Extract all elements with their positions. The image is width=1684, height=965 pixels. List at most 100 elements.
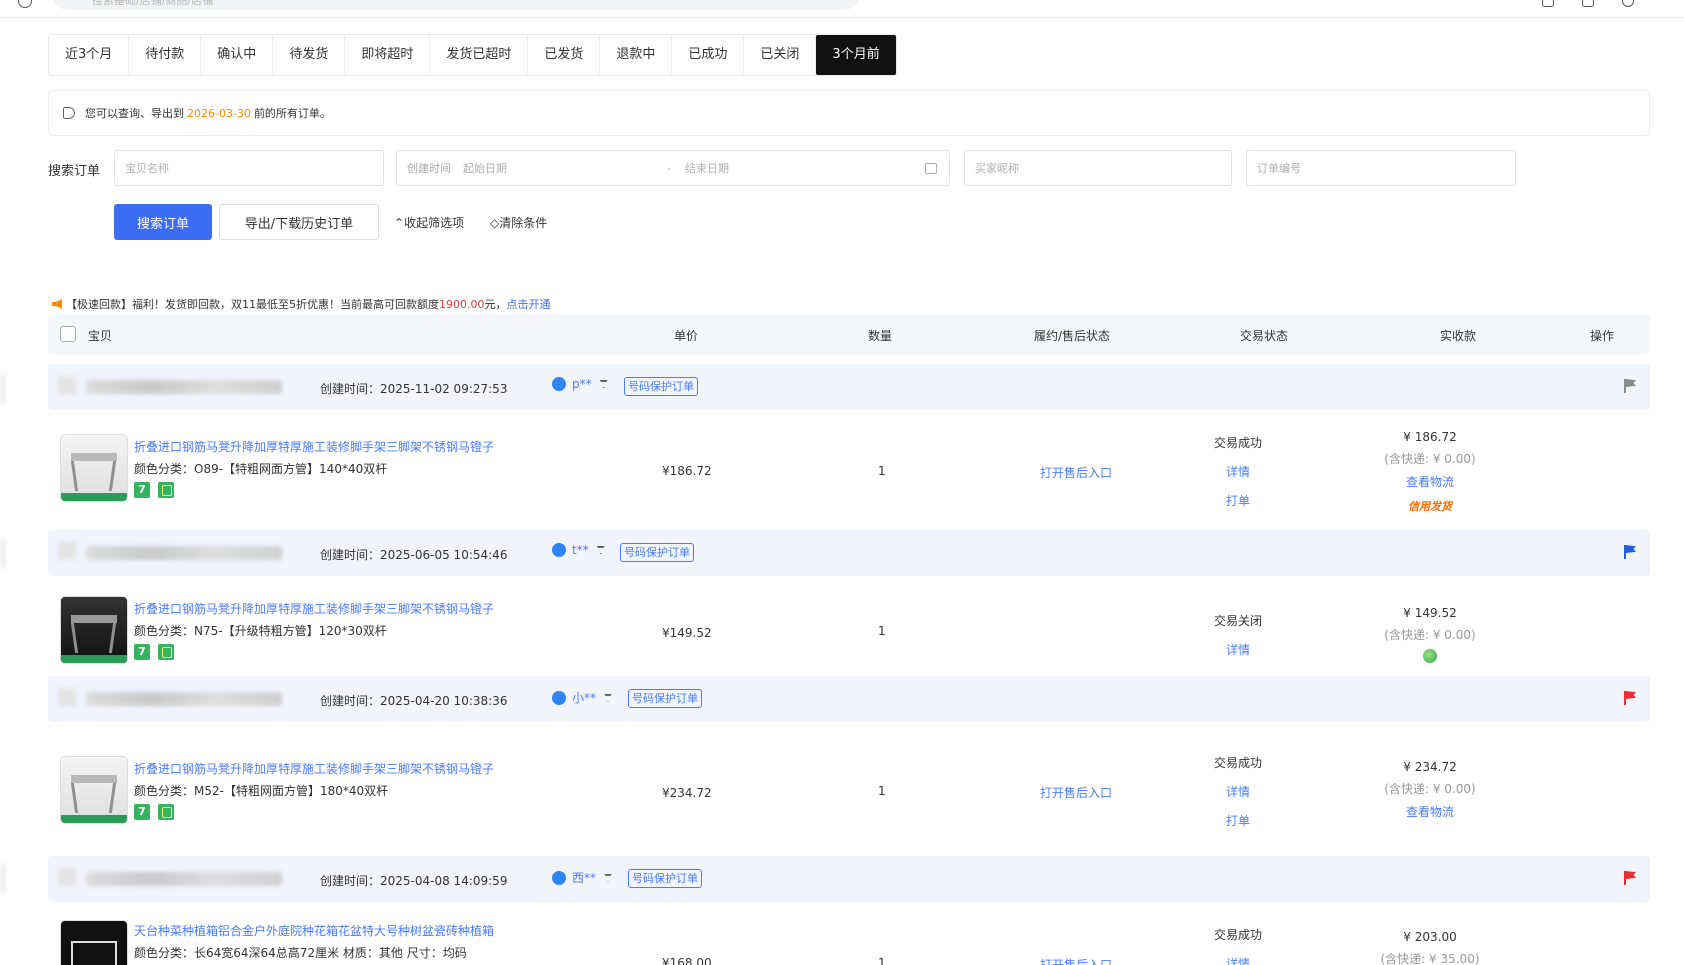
- notice-suffix: 前的所有订单。: [253, 107, 331, 120]
- calendar-icon[interactable]: [925, 162, 937, 174]
- flag-icon[interactable]: [1624, 379, 1636, 393]
- guarantee-icon: [158, 644, 174, 660]
- collapse-filters-label: 收起筛选项: [404, 216, 465, 230]
- back-icon[interactable]: [18, 0, 32, 8]
- product-title-link[interactable]: 折叠进口钢筋马凳升降加厚特厚施工装修脚手架三脚架不锈钢马镫子: [134, 600, 494, 617]
- flag-icon[interactable]: [1624, 691, 1636, 705]
- global-search-input[interactable]: 搜索基础/店铺/商品/店铺: [52, 0, 860, 10]
- help-icon[interactable]: [1622, 0, 1634, 7]
- print-order-link[interactable]: 打单: [1168, 492, 1308, 509]
- window-icon[interactable]: [1582, 0, 1594, 7]
- detail-link[interactable]: 详情: [1168, 641, 1308, 658]
- after-sale-entry-link[interactable]: 打开售后入口: [1040, 464, 1112, 481]
- filter-icon[interactable]: [596, 546, 605, 554]
- eraser-icon: ◇: [490, 216, 500, 230]
- tab-pending-shipment[interactable]: 待发货: [273, 35, 346, 75]
- buyer-name: t**: [572, 543, 589, 557]
- buyer-nickname[interactable]: t**: [552, 543, 605, 557]
- tab-closed[interactable]: 已关闭: [744, 35, 817, 75]
- header-trade-status: 交易状态: [1240, 329, 1289, 343]
- unit-price: ¥186.72: [662, 464, 712, 478]
- product-thumbnail[interactable]: [60, 434, 128, 502]
- header-paid: 实收款: [1440, 329, 1477, 343]
- promo-open-link[interactable]: 点击开通: [507, 298, 551, 311]
- paid-amount: ¥ 186.72: [1403, 430, 1457, 444]
- product-sku: 颜色分类：O89-【特粗网面方管】140*40双杆: [134, 462, 388, 476]
- search-orders-button[interactable]: 搜索订单: [114, 204, 212, 240]
- wangwang-chat-icon[interactable]: [552, 377, 566, 391]
- trade-status: 交易成功: [1213, 436, 1262, 450]
- after-sale-entry-link[interactable]: 打开售后入口: [1040, 956, 1112, 965]
- left-edge-artifact: [0, 538, 6, 568]
- created-time: 创建时间：2025-11-02 09:27:53: [320, 382, 508, 396]
- product-thumbnail[interactable]: [60, 920, 128, 965]
- order-header: 创建时间：2025-04-08 14:09:59 西** 号码保护订单: [48, 856, 1650, 902]
- collapse-filters-link[interactable]: ⌃收起筛选项: [394, 214, 464, 231]
- item-name-input[interactable]: [125, 161, 383, 175]
- shipping-fee: (含快递: ¥ 0.00): [1384, 782, 1476, 796]
- wangwang-chat-icon[interactable]: [552, 543, 566, 557]
- header-action: 操作: [1590, 329, 1615, 343]
- product-title-link[interactable]: 折叠进口钢筋马凳升降加厚特厚施工装修脚手架三脚架不锈钢马镫子: [134, 760, 494, 777]
- item-name-field[interactable]: [114, 150, 384, 186]
- global-search-placeholder: 搜索基础/店铺/商品/店铺: [92, 0, 214, 7]
- product-title-link[interactable]: 折叠进口钢筋马凳升降加厚特厚施工装修脚手架三脚架不锈钢马镫子: [134, 438, 494, 455]
- tab-3-months-ago[interactable]: 3个月前: [816, 35, 896, 75]
- unit-price: ¥168.00: [662, 956, 712, 965]
- created-time-label: 创建时间: [407, 162, 451, 175]
- view-logistics-link[interactable]: 查看物流: [1360, 473, 1500, 490]
- filter-icon[interactable]: [599, 380, 608, 388]
- tab-confirming[interactable]: 确认中: [201, 35, 274, 75]
- buyer-nickname-field[interactable]: [964, 150, 1232, 186]
- tab-pending-payment[interactable]: 待付款: [129, 35, 202, 75]
- select-all-checkbox[interactable]: [60, 326, 76, 342]
- filter-icon[interactable]: [604, 873, 613, 882]
- wangwang-chat-icon[interactable]: [552, 870, 566, 885]
- export-history-button[interactable]: 导出/下载历史订单: [219, 204, 379, 240]
- order-number-input[interactable]: [1257, 161, 1515, 175]
- buyer-nickname[interactable]: p**: [552, 377, 608, 391]
- buyer-nickname[interactable]: 西**: [552, 869, 613, 886]
- created-time: 创建时间：2025-04-20 10:38:36: [320, 694, 508, 708]
- shipping-fee: (含快递: ¥ 0.00): [1384, 452, 1476, 466]
- buyer-nickname[interactable]: 小**: [552, 689, 613, 706]
- trade-status-cell: 交易成功 详情: [1168, 926, 1308, 965]
- product-thumbnail[interactable]: [60, 596, 128, 664]
- buyer-nickname-input[interactable]: [975, 161, 1231, 175]
- seven-day-return-icon: 7: [134, 804, 150, 820]
- end-date-input[interactable]: [684, 161, 885, 175]
- tab-shipment-overdue[interactable]: 发货已超时: [430, 35, 529, 75]
- wangwang-chat-icon[interactable]: [552, 690, 566, 705]
- created-time: 创建时间：2025-04-08 14:09:59: [320, 874, 508, 888]
- print-order-link[interactable]: 打单: [1168, 812, 1308, 829]
- tab-shipped[interactable]: 已发货: [528, 35, 601, 75]
- tab-recent-3-months[interactable]: 近3个月: [49, 35, 130, 75]
- detail-link[interactable]: 详情: [1168, 955, 1308, 965]
- start-date-input[interactable]: [463, 161, 653, 175]
- favorite-icon[interactable]: [1542, 0, 1554, 7]
- view-logistics-link[interactable]: 查看物流: [1360, 803, 1500, 820]
- order-header: 创建时间：2025-04-20 10:38:36 小** 号码保护订单: [48, 676, 1650, 722]
- detail-link[interactable]: 详情: [1168, 783, 1308, 800]
- privacy-order-tag: 号码保护订单: [620, 543, 694, 562]
- after-sale-entry-link[interactable]: 打开售后入口: [1040, 784, 1112, 801]
- date-range-separator: -: [667, 161, 671, 175]
- filter-icon[interactable]: [604, 693, 613, 702]
- clear-conditions-link[interactable]: ◇清除条件: [490, 214, 547, 231]
- paid-amount-cell: ¥ 234.72 (含快递: ¥ 0.00) 查看物流: [1360, 760, 1500, 820]
- notice-prefix: 您可以查询、导出到: [85, 107, 184, 120]
- tab-about-to-timeout[interactable]: 即将超时: [345, 35, 431, 75]
- promo-unit: 元，: [484, 298, 507, 311]
- detail-link[interactable]: 详情: [1168, 463, 1308, 480]
- created-date-range[interactable]: 创建时间 -: [396, 150, 950, 186]
- unit-price: ¥149.52: [662, 626, 712, 640]
- order-number-field[interactable]: [1246, 150, 1516, 186]
- paid-amount: ¥ 203.00: [1403, 930, 1457, 944]
- product-thumbnail[interactable]: [60, 756, 128, 824]
- flag-icon[interactable]: [1624, 871, 1636, 885]
- tab-succeeded[interactable]: 已成功: [672, 35, 745, 75]
- privacy-order-tag: 号码保护订单: [628, 689, 702, 708]
- product-title-link[interactable]: 天台种菜种植箱铝合金户外庭院种花箱花盆特大号种树盆瓷砖种植箱: [134, 922, 494, 939]
- flag-icon[interactable]: [1624, 545, 1636, 559]
- tab-refunding[interactable]: 退款中: [600, 35, 673, 75]
